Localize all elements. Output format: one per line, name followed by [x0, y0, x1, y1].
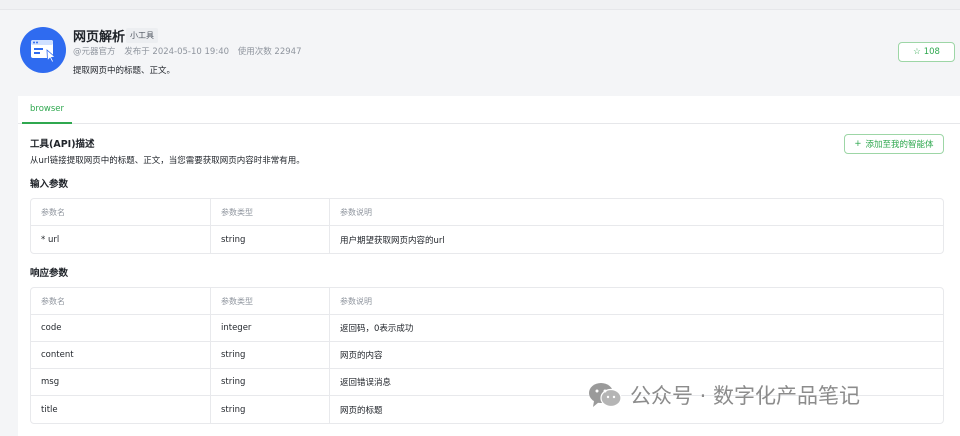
input-params-table: 参数名 参数类型 参数说明 * url string 用户期望获取网页内容的ur… [30, 198, 944, 254]
column-header: 参数类型 [211, 288, 330, 315]
response-params-title: 响应参数 [30, 268, 69, 279]
param-name: code [31, 315, 211, 342]
add-to-agent-button[interactable]: + 添加至我的智能体 [844, 134, 944, 154]
param-type: string [211, 226, 330, 253]
wechat-icon [589, 383, 622, 408]
column-header: 参数类型 [211, 199, 330, 226]
top-bar [0, 0, 960, 10]
add-to-agent-label: 添加至我的智能体 [865, 140, 934, 150]
author-label[interactable]: @元器官方 [73, 47, 116, 57]
table-row: content string 网页的内容 [31, 342, 943, 369]
tool-header: 网页解析 小工具 @元器官方 发布于 2024-05-10 19:40 使用次数… [18, 22, 960, 90]
tab-bar: browser [18, 96, 960, 124]
param-desc: 返回码，0表示成功 [330, 315, 943, 342]
tool-title: 网页解析 [73, 30, 126, 45]
usage-count: 使用次数 22947 [237, 47, 302, 57]
param-name: title [31, 396, 211, 423]
input-params-title: 输入参数 [30, 179, 69, 190]
param-type: string [211, 396, 330, 423]
api-section-title: 工具(API)描述 [30, 139, 95, 150]
param-desc: 网页的内容 [330, 342, 943, 369]
param-name: msg [31, 369, 211, 396]
favorite-count: 108 [923, 47, 940, 57]
column-header: 参数说明 [330, 199, 943, 226]
star-icon: ☆ [913, 47, 921, 57]
param-name: content [31, 342, 211, 369]
tool-description: 提取网页中的标题、正文。 [73, 66, 176, 76]
column-header: 参数名 [31, 288, 211, 315]
table-row: code integer 返回码，0表示成功 [31, 315, 943, 342]
param-type: integer [211, 315, 330, 342]
favorite-button[interactable]: ☆ 108 [898, 42, 955, 62]
param-name: * url [31, 226, 211, 253]
api-description: 从url链接提取网页中的标题、正文，当您需要获取网页内容时非常有用。 [30, 156, 305, 166]
tool-tag-badge: 小工具 [126, 28, 158, 43]
publish-time: 发布于 2024-05-10 19:40 [124, 47, 230, 57]
table-header-row: 参数名 参数类型 参数说明 [31, 288, 943, 315]
tool-meta: @元器官方 发布于 2024-05-10 19:40 使用次数 22947 [73, 45, 307, 57]
watermark: 公众号 · 数字化产品笔记 [588, 380, 860, 410]
param-type: string [211, 342, 330, 369]
param-type: string [211, 369, 330, 396]
browser-window-icon [20, 27, 66, 73]
column-header: 参数名 [31, 199, 211, 226]
table-row: * url string 用户期望获取网页内容的url [31, 226, 943, 253]
plus-icon: + [854, 139, 862, 149]
param-desc: 用户期望获取网页内容的url [340, 235, 445, 246]
watermark-text: 公众号 · 数字化产品笔记 [630, 384, 861, 408]
tab-browser[interactable]: browser [22, 96, 72, 124]
table-header-row: 参数名 参数类型 参数说明 [31, 199, 943, 226]
column-header: 参数说明 [330, 288, 943, 315]
